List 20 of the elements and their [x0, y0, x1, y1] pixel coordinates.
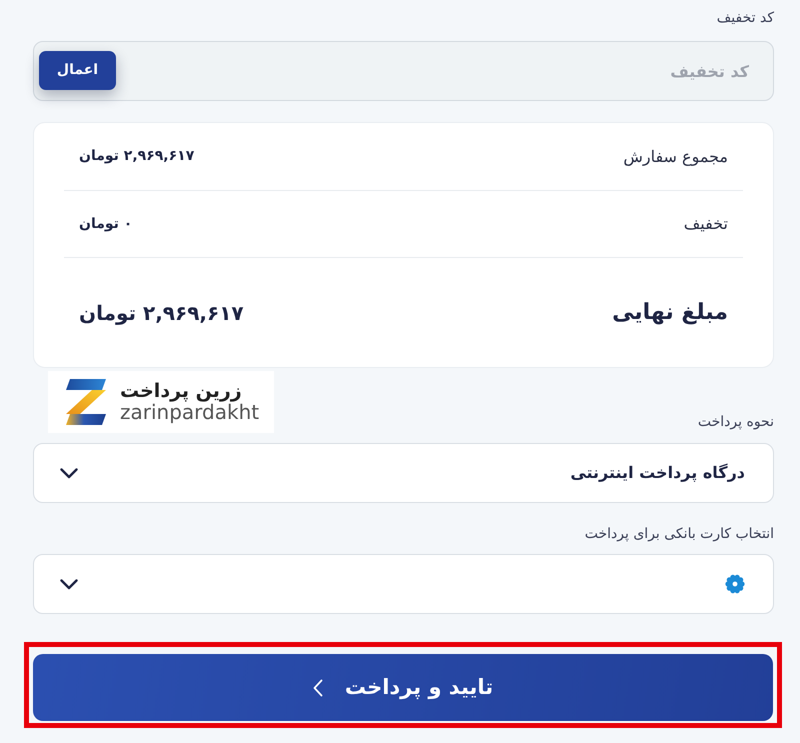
summary-value: ۰ تومان	[79, 214, 132, 234]
summary-value: ۲,۹۶۹,۶۱۷ تومان	[79, 147, 194, 166]
summary-label: تخفیف	[684, 213, 728, 235]
summary-label: مجموع سفارش	[623, 146, 728, 168]
payment-method-label: نحوه پرداخت	[698, 413, 774, 432]
bank-card-select[interactable]	[33, 554, 774, 614]
bank-logo-icon	[725, 574, 745, 594]
payment-method-select[interactable]: درگاه پرداخت اینترنتی	[33, 443, 774, 503]
chevron-left-icon	[312, 678, 323, 696]
logo-title: زرین پرداخت	[120, 380, 242, 402]
discount-label: کد تخفیف	[716, 9, 774, 28]
logo-subtitle: zarinpardakht	[120, 401, 260, 424]
confirm-payment-button[interactable]: تایید و پرداخت	[33, 654, 773, 721]
z-logo-icon	[66, 379, 106, 425]
chevron-down-icon	[60, 578, 78, 590]
summary-value: ۲,۹۶۹,۶۱۷ تومان	[79, 300, 244, 327]
chevron-down-icon	[60, 468, 78, 478]
summary-label: مبلغ نهایی	[612, 299, 728, 327]
apply-button[interactable]: اعمال	[39, 51, 116, 90]
bank-card-label: انتخاب کارت بانکی برای پرداخت	[584, 525, 774, 544]
